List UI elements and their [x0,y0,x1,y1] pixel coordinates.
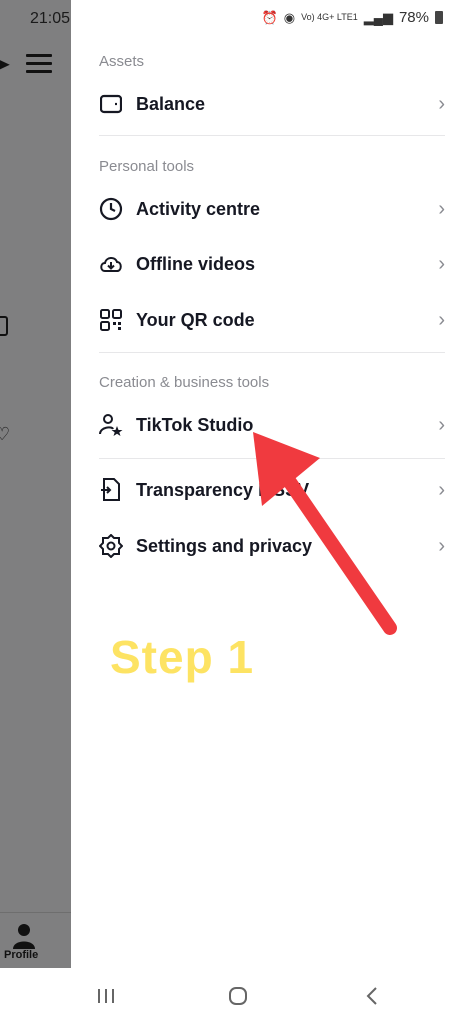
chevron-right-icon: › [438,478,445,501]
menu-item-tiktok-studio[interactable]: TikTok Studio › [71,399,473,451]
section-title-creation-business: Creation & business tools [99,374,270,391]
menu-item-balance[interactable]: Balance › [71,78,473,130]
home-icon[interactable] [218,982,258,1010]
divider [99,135,445,136]
menu-item-qr-code[interactable]: Your QR code › [71,294,473,346]
hotspot-icon: ◉ [283,9,296,25]
menu-item-label: Your QR code [136,309,255,330]
menu-item-settings-privacy[interactable]: Settings and privacy › [71,520,473,572]
chevron-right-icon: › [438,252,445,275]
menu-item-label: Transparency MSSV [136,479,310,500]
section-title-assets: Assets [99,53,145,70]
clock-icon [99,197,123,221]
divider [99,352,445,353]
gear-icon [99,534,123,558]
menu-item-label: Activity centre [136,198,261,219]
chevron-right-icon: › [438,92,445,115]
step-annotation-label: Step 1 [110,631,255,683]
menu-item-label: Balance [136,93,206,114]
menu-item-label: Offline videos [136,253,256,274]
menu-item-offline-videos[interactable]: Offline videos › [71,238,473,290]
chevron-right-icon: › [438,534,445,557]
divider [99,458,445,459]
chevron-right-icon: › [438,308,445,331]
menu-item-label: Settings and privacy [136,535,313,556]
heart-icon: ♡ [0,424,11,444]
signal-icon: ▂▄▆ [363,9,393,25]
person-star-icon [99,413,123,437]
menu-icon[interactable] [26,54,52,78]
bottom-nav: Profile [0,912,71,968]
menu-item-activity-centre[interactable]: Activity centre › [71,183,473,235]
chevron-right-icon: › [438,413,445,436]
profile-icon[interactable] [13,923,35,949]
chevron-right-icon: › [438,197,445,220]
background-app-overlay[interactable]: 21:05 ➤ ♡ Profile [0,0,71,968]
recent-apps-icon[interactable] [86,982,126,1010]
download-cloud-icon [99,252,123,276]
back-icon[interactable] [352,982,392,1010]
document-icon [99,478,123,502]
alarm-icon: ⏰ [261,9,278,25]
network-type-label: Vo) 4G+ LTE1 [301,12,358,22]
menu-item-transparency[interactable]: Transparency MSSV › [71,464,473,516]
battery-percentage: 78% [398,9,429,26]
status-time: 21:05 [30,10,71,27]
profile-tab-label[interactable]: Profile [4,949,38,961]
status-bar: ⏰ ◉ Vo) 4G+ LTE1 ▂▄▆ 78% [71,0,473,38]
menu-item-label: TikTok Studio [136,414,254,435]
peek-element [0,316,8,336]
battery-icon [435,11,443,24]
side-drawer: Assets Balance › Personal tools Activity… [71,38,473,968]
wallet-icon [99,92,123,116]
system-nav-bar [0,968,473,1024]
qr-code-icon [99,308,123,332]
section-title-personal-tools: Personal tools [99,158,195,175]
share-arrow-icon: ➤ [0,54,11,76]
